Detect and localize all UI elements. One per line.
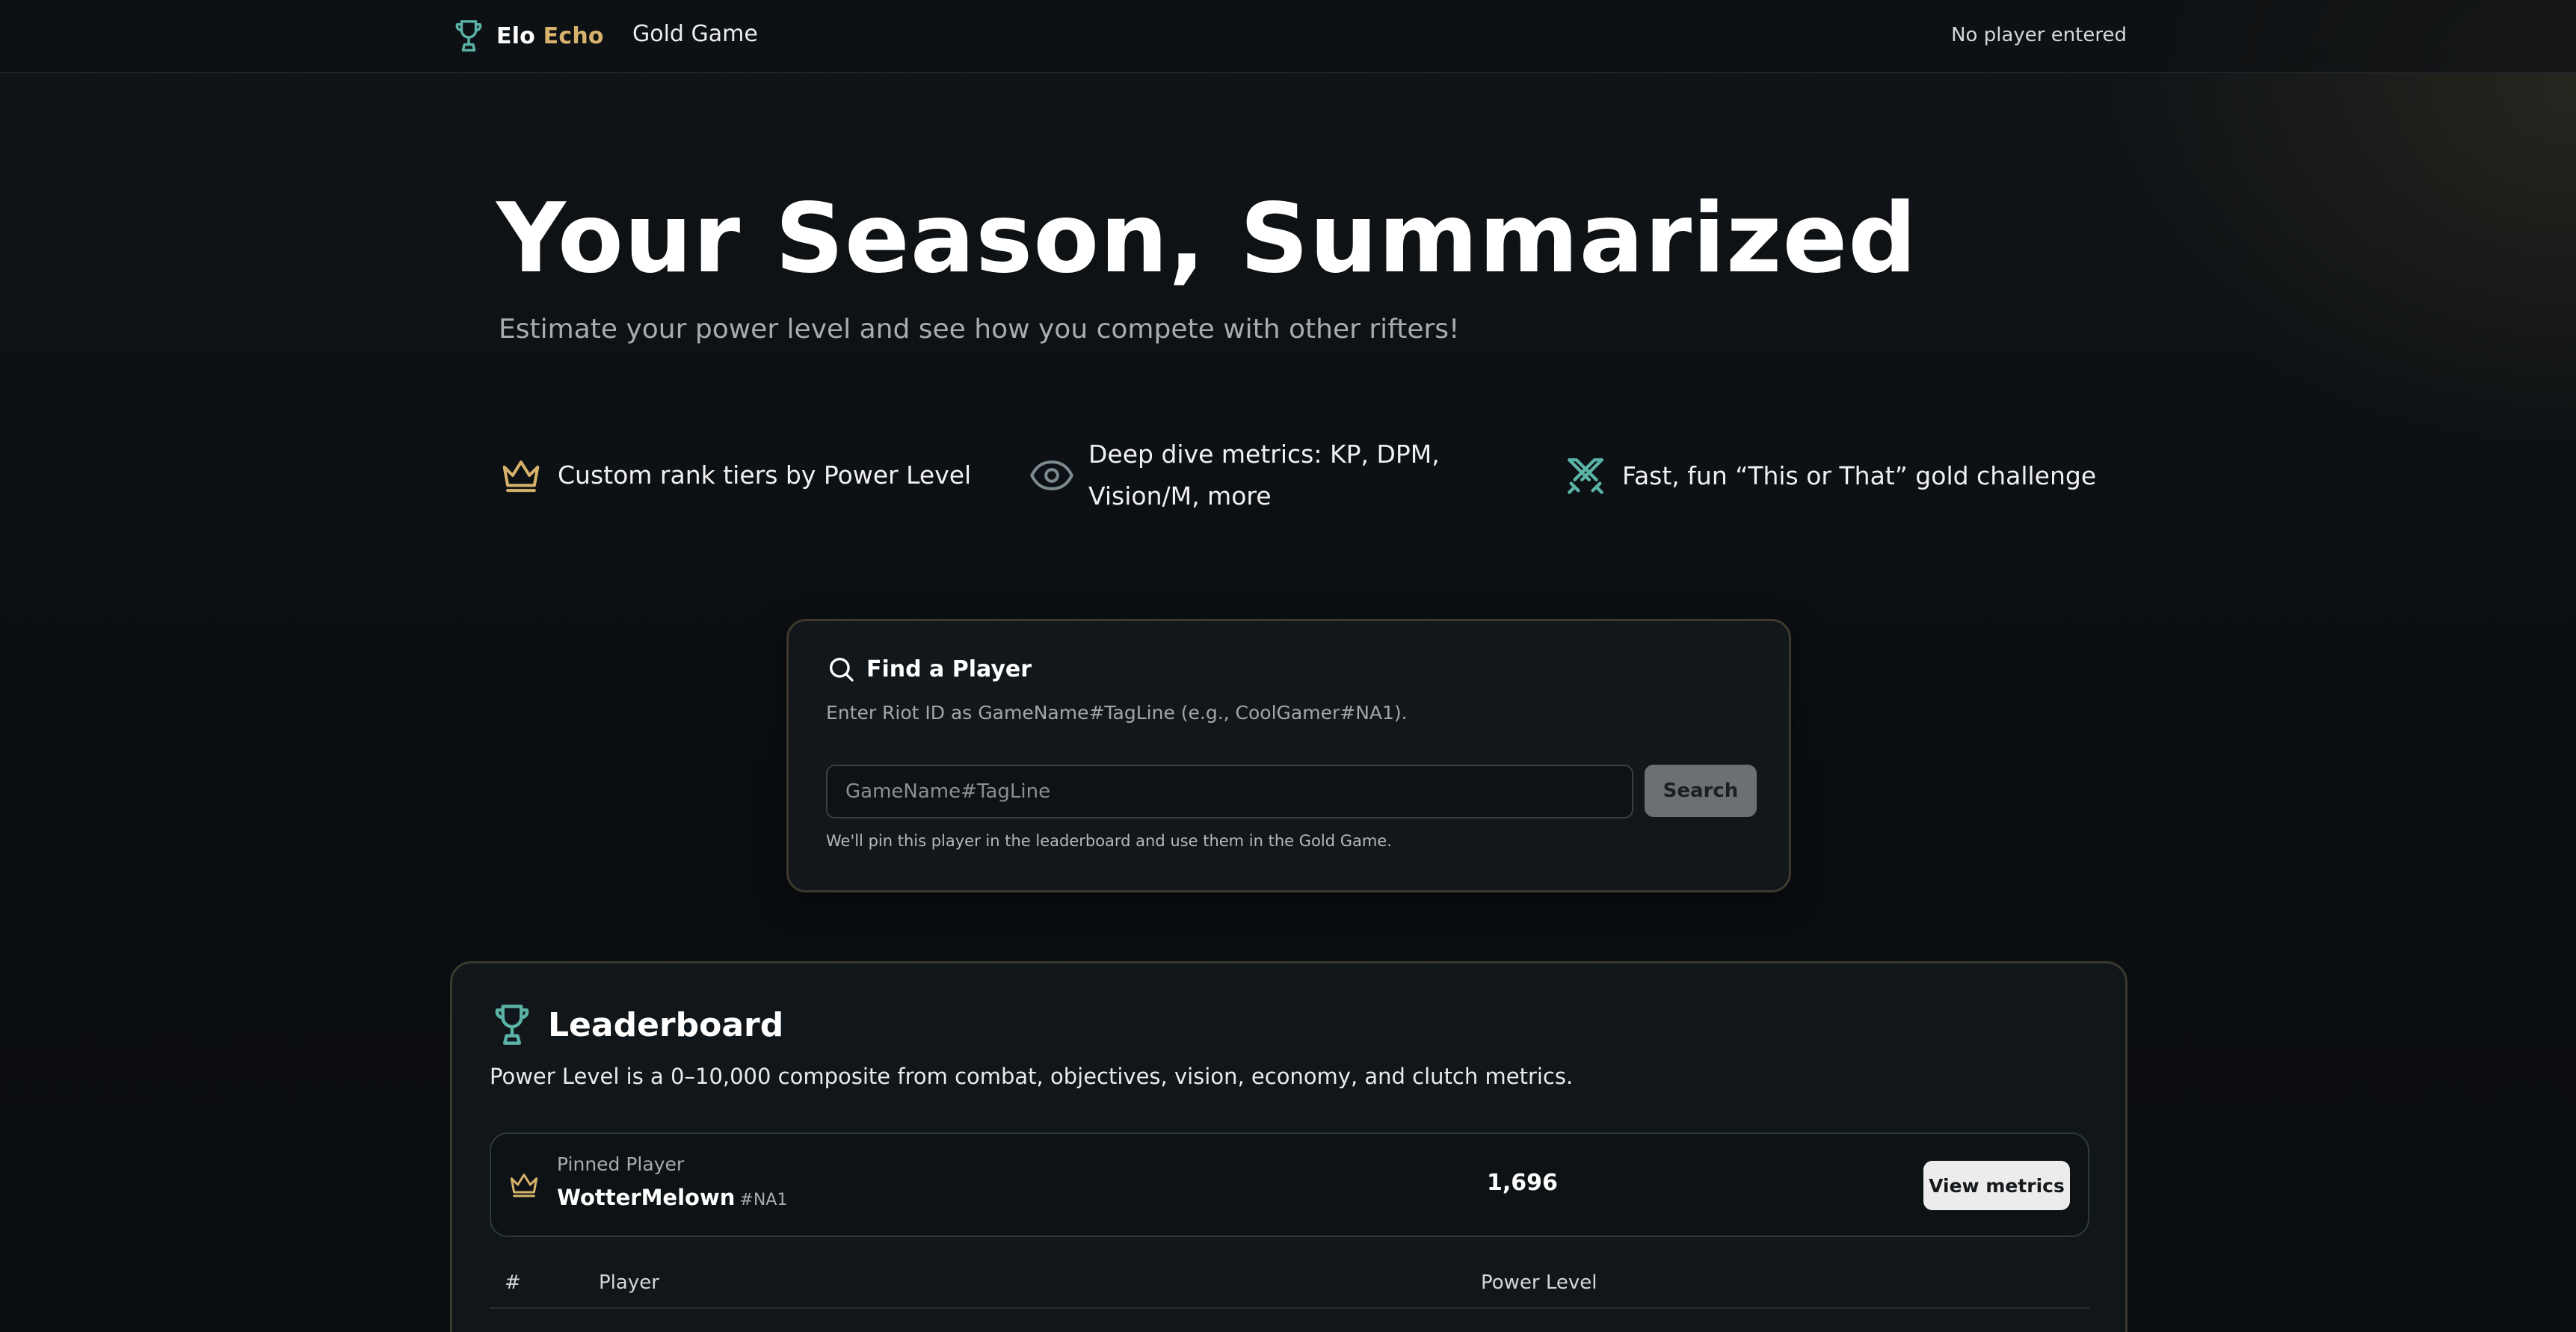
top-nav: Elo Echo Gold Game No player entered — [0, 0, 2576, 73]
find-player-heading: Find a Player — [826, 654, 1032, 684]
find-player-note: We'll pin this player in the leaderboard… — [826, 832, 1392, 850]
search-button[interactable]: Search — [1645, 765, 1757, 817]
feature-gold-challenge: Fast, fun “This or That” gold challenge — [1564, 454, 2096, 498]
brand-name: Elo Echo — [496, 22, 604, 49]
crown-icon — [502, 460, 540, 493]
player-status-text: No player entered — [1951, 24, 2127, 46]
trophy-icon — [455, 20, 482, 52]
page-subtitle: Estimate your power level and see how yo… — [499, 314, 1460, 345]
view-metrics-button[interactable]: View metrics — [1923, 1161, 2070, 1210]
find-player-card: Find a Player Enter Riot ID as GameName#… — [786, 619, 1791, 892]
feature-list: Custom rank tiers by Power Level Deep di… — [0, 434, 2576, 523]
search-icon — [830, 658, 854, 682]
crown-icon — [510, 1174, 538, 1197]
feature-metrics: Deep dive metrics: KP, DPM, Vision/M, mo… — [1030, 434, 1546, 517]
leaderboard-title: Leaderboard — [548, 1005, 784, 1044]
crossed-swords-icon — [1568, 458, 1603, 494]
column-power-level: Power Level — [1481, 1271, 1597, 1294]
pinned-player-power-level: 1,696 — [1487, 1170, 1558, 1196]
feature-text: Deep dive metrics: KP, DPM, Vision/M, mo… — [1088, 440, 1440, 511]
nav-link-gold-game[interactable]: Gold Game — [632, 21, 758, 47]
column-player: Player — [599, 1271, 659, 1294]
feature-text: Custom rank tiers by Power Level — [558, 460, 972, 490]
pinned-player-row: Pinned Player WotterMelown #NA1 1,696 Vie… — [490, 1132, 2089, 1237]
pinned-player-tag: #NA1 — [739, 1191, 788, 1209]
trophy-icon — [495, 1005, 529, 1045]
feature-rank-tiers: Custom rank tiers by Power Level — [499, 454, 971, 496]
find-player-title: Find a Player — [866, 656, 1032, 682]
leaderboard-heading: Leaderboard — [490, 1001, 783, 1049]
riot-id-input[interactable] — [826, 765, 1633, 818]
column-rank: # — [505, 1271, 521, 1294]
pinned-player-label: Pinned Player — [557, 1153, 685, 1175]
leaderboard-description: Power Level is a 0–10,000 composite from… — [490, 1064, 1574, 1089]
feature-text: Fast, fun “This or That” gold challenge — [1622, 461, 2097, 490]
find-player-hint: Enter Riot ID as GameName#TagLine (e.g.,… — [826, 702, 1408, 724]
leaderboard-table-header: # Player Power Level — [490, 1271, 2089, 1309]
leaderboard-card: Leaderboard Power Level is a 0–10,000 co… — [450, 961, 2127, 1332]
pinned-player-name: WotterMelown #NA1 — [557, 1185, 788, 1210]
eye-icon — [1030, 460, 1073, 490]
brand-logo[interactable]: Elo Echo — [452, 16, 604, 55]
page-title: Your Season, Summarized — [496, 183, 1917, 295]
